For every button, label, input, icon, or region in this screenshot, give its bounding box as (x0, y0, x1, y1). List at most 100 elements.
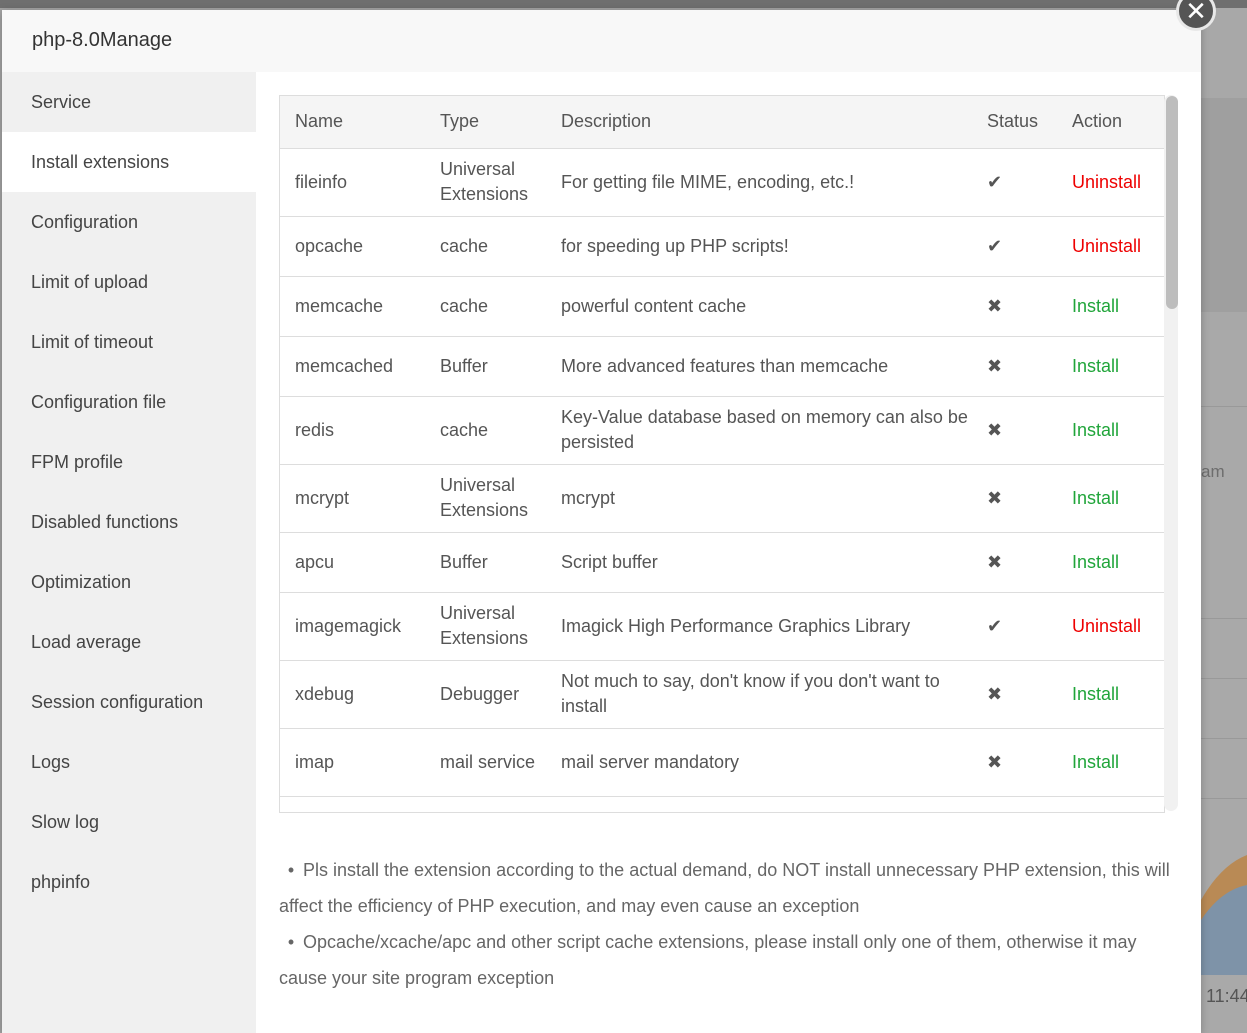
table-scrollbar-thumb[interactable] (1166, 96, 1178, 309)
status-icon: ✖ (972, 532, 1057, 593)
cell-name: apcu (280, 532, 425, 593)
background-chart-fragment (1201, 850, 1247, 975)
background-divider (1201, 678, 1247, 679)
sidebar-item-limit-of-timeout[interactable]: Limit of timeout (2, 312, 256, 372)
cell-description: for speeding up PHP scripts! (546, 216, 972, 277)
status-icon: ✖ (972, 276, 1057, 337)
table-row: redis cache Key-Value database based on me… (280, 396, 1164, 465)
background-top-bar (0, 0, 1247, 8)
sidebar-item-load-average[interactable]: Load average (2, 612, 256, 672)
sidebar-item-phpinfo[interactable]: phpinfo (2, 852, 256, 912)
sidebar-item-configuration[interactable]: Configuration (2, 192, 256, 252)
cell-description: mail server mandatory (546, 728, 972, 797)
cell-type: mail service (425, 728, 546, 797)
status-icon: ✖ (972, 396, 1057, 465)
cell-description: Imagick High Performance Graphics Librar… (546, 592, 972, 661)
sidebar-menu: Service Install extensions Configuration… (2, 72, 256, 1033)
uninstall-button[interactable]: Uninstall (1057, 216, 1164, 277)
background-divider (1201, 738, 1247, 739)
bullet-icon: • (287, 932, 295, 952)
column-header-description: Description (546, 96, 972, 149)
cell-name: redis (280, 396, 425, 465)
table-row: fileinfo Universal Extensions For getting … (280, 148, 1164, 217)
cell-type: Debugger (425, 660, 546, 729)
table-row: imap mail service mail server mandatory ✖ In… (280, 728, 1164, 797)
install-button[interactable]: Install (1057, 276, 1164, 337)
note-text: Pls install the extension according to t… (279, 860, 1170, 916)
table-row: imagemagick Universal Extensions Imagick H… (280, 592, 1164, 661)
status-icon: ✖ (972, 336, 1057, 397)
close-icon: ✕ (1185, 0, 1207, 26)
table-row: xdebug Debugger Not much to say, don't kno… (280, 660, 1164, 729)
cell-name: memcache (280, 276, 425, 337)
cell-description: mcrypt (546, 464, 972, 533)
uninstall-button[interactable]: Uninstall (1057, 148, 1164, 217)
background-divider (1201, 798, 1247, 799)
table-row: opcache cache for speeding up PHP scripts!… (280, 216, 1164, 277)
dialog-header: php-8.0Manage (2, 10, 1201, 73)
install-button[interactable]: Install (1057, 396, 1164, 465)
cell-name: mcrypt (280, 464, 425, 533)
sidebar-item-disabled-functions[interactable]: Disabled functions (2, 492, 256, 552)
cell-name: memcached (280, 336, 425, 397)
background-time-label: 11:44 (1206, 986, 1247, 1006)
cell-description: Script buffer (546, 532, 972, 593)
status-icon: ✖ (972, 728, 1057, 797)
cell-type: cache (425, 396, 546, 465)
cell-name: fileinfo (280, 148, 425, 217)
install-button[interactable]: Install (1057, 660, 1164, 729)
extensions-table-body: fileinfo Universal Extensions For getting … (280, 148, 1164, 797)
sidebar-item-logs[interactable]: Logs (2, 732, 256, 792)
cell-description: Key-Value database based on memory can a… (546, 396, 972, 465)
cell-description: More advanced features than memcache (546, 336, 972, 397)
status-icon: ✔ (972, 592, 1057, 661)
background-divider (1201, 406, 1247, 407)
status-icon: ✔ (972, 148, 1057, 217)
background-panel-block (1201, 98, 1247, 312)
cell-description: powerful content cache (546, 276, 972, 337)
note-item: • Opcache/xcache/apc and other script cac… (279, 924, 1179, 996)
cell-description: Not much to say, don't know if you don't… (546, 660, 972, 729)
dialog-title: php-8.0Manage (32, 29, 173, 51)
extensions-table: Name Type Description Status Action file… (280, 96, 1164, 797)
bullet-icon: • (287, 860, 295, 880)
install-button[interactable]: Install (1057, 464, 1164, 533)
cell-name: opcache (280, 216, 425, 277)
column-header-name: Name (280, 96, 425, 149)
install-button[interactable]: Install (1057, 532, 1164, 593)
column-header-action: Action (1057, 96, 1164, 149)
cell-type: Buffer (425, 336, 546, 397)
background-text-fragment: am (1201, 462, 1225, 481)
sidebar-item-install-extensions[interactable]: Install extensions (2, 132, 256, 192)
sidebar-item-optimization[interactable]: Optimization (2, 552, 256, 612)
sidebar-item-limit-of-upload[interactable]: Limit of upload (2, 252, 256, 312)
column-header-type: Type (425, 96, 546, 149)
cell-type: cache (425, 276, 546, 337)
install-button[interactable]: Install (1057, 336, 1164, 397)
install-button[interactable]: Install (1057, 728, 1164, 797)
cell-type: Universal Extensions (425, 148, 546, 217)
table-row: memcached Buffer More advanced features th… (280, 336, 1164, 397)
sidebar-item-configuration-file[interactable]: Configuration file (2, 372, 256, 432)
cell-type: Universal Extensions (425, 464, 546, 533)
extensions-panel: Name Type Description Status Action file… (256, 72, 1201, 1033)
status-icon: ✖ (972, 464, 1057, 533)
background-divider (1201, 618, 1247, 619)
uninstall-button[interactable]: Uninstall (1057, 592, 1164, 661)
extensions-table-container[interactable]: Name Type Description Status Action file… (279, 95, 1165, 813)
status-icon: ✔ (972, 216, 1057, 277)
note-item: • Pls install the extension according to … (279, 852, 1179, 924)
column-header-status: Status (972, 96, 1057, 149)
php-manage-dialog: php-8.0Manage Service Install extensions… (2, 10, 1201, 1033)
sidebar-item-fpm-profile[interactable]: FPM profile (2, 432, 256, 492)
table-header-row: Name Type Description Status Action (280, 96, 1164, 149)
table-row: memcache cache powerful content cache ✖ Inst… (280, 276, 1164, 337)
sidebar-item-service[interactable]: Service (2, 72, 256, 132)
table-row: mcrypt Universal Extensions mcrypt ✖ Install (280, 464, 1164, 533)
sidebar-item-session-configuration[interactable]: Session configuration (2, 672, 256, 732)
cell-description: For getting file MIME, encoding, etc.! (546, 148, 972, 217)
cell-type: cache (425, 216, 546, 277)
note-text: Opcache/xcache/apc and other script cach… (279, 932, 1137, 988)
cell-name: xdebug (280, 660, 425, 729)
sidebar-item-slow-log[interactable]: Slow log (2, 792, 256, 852)
